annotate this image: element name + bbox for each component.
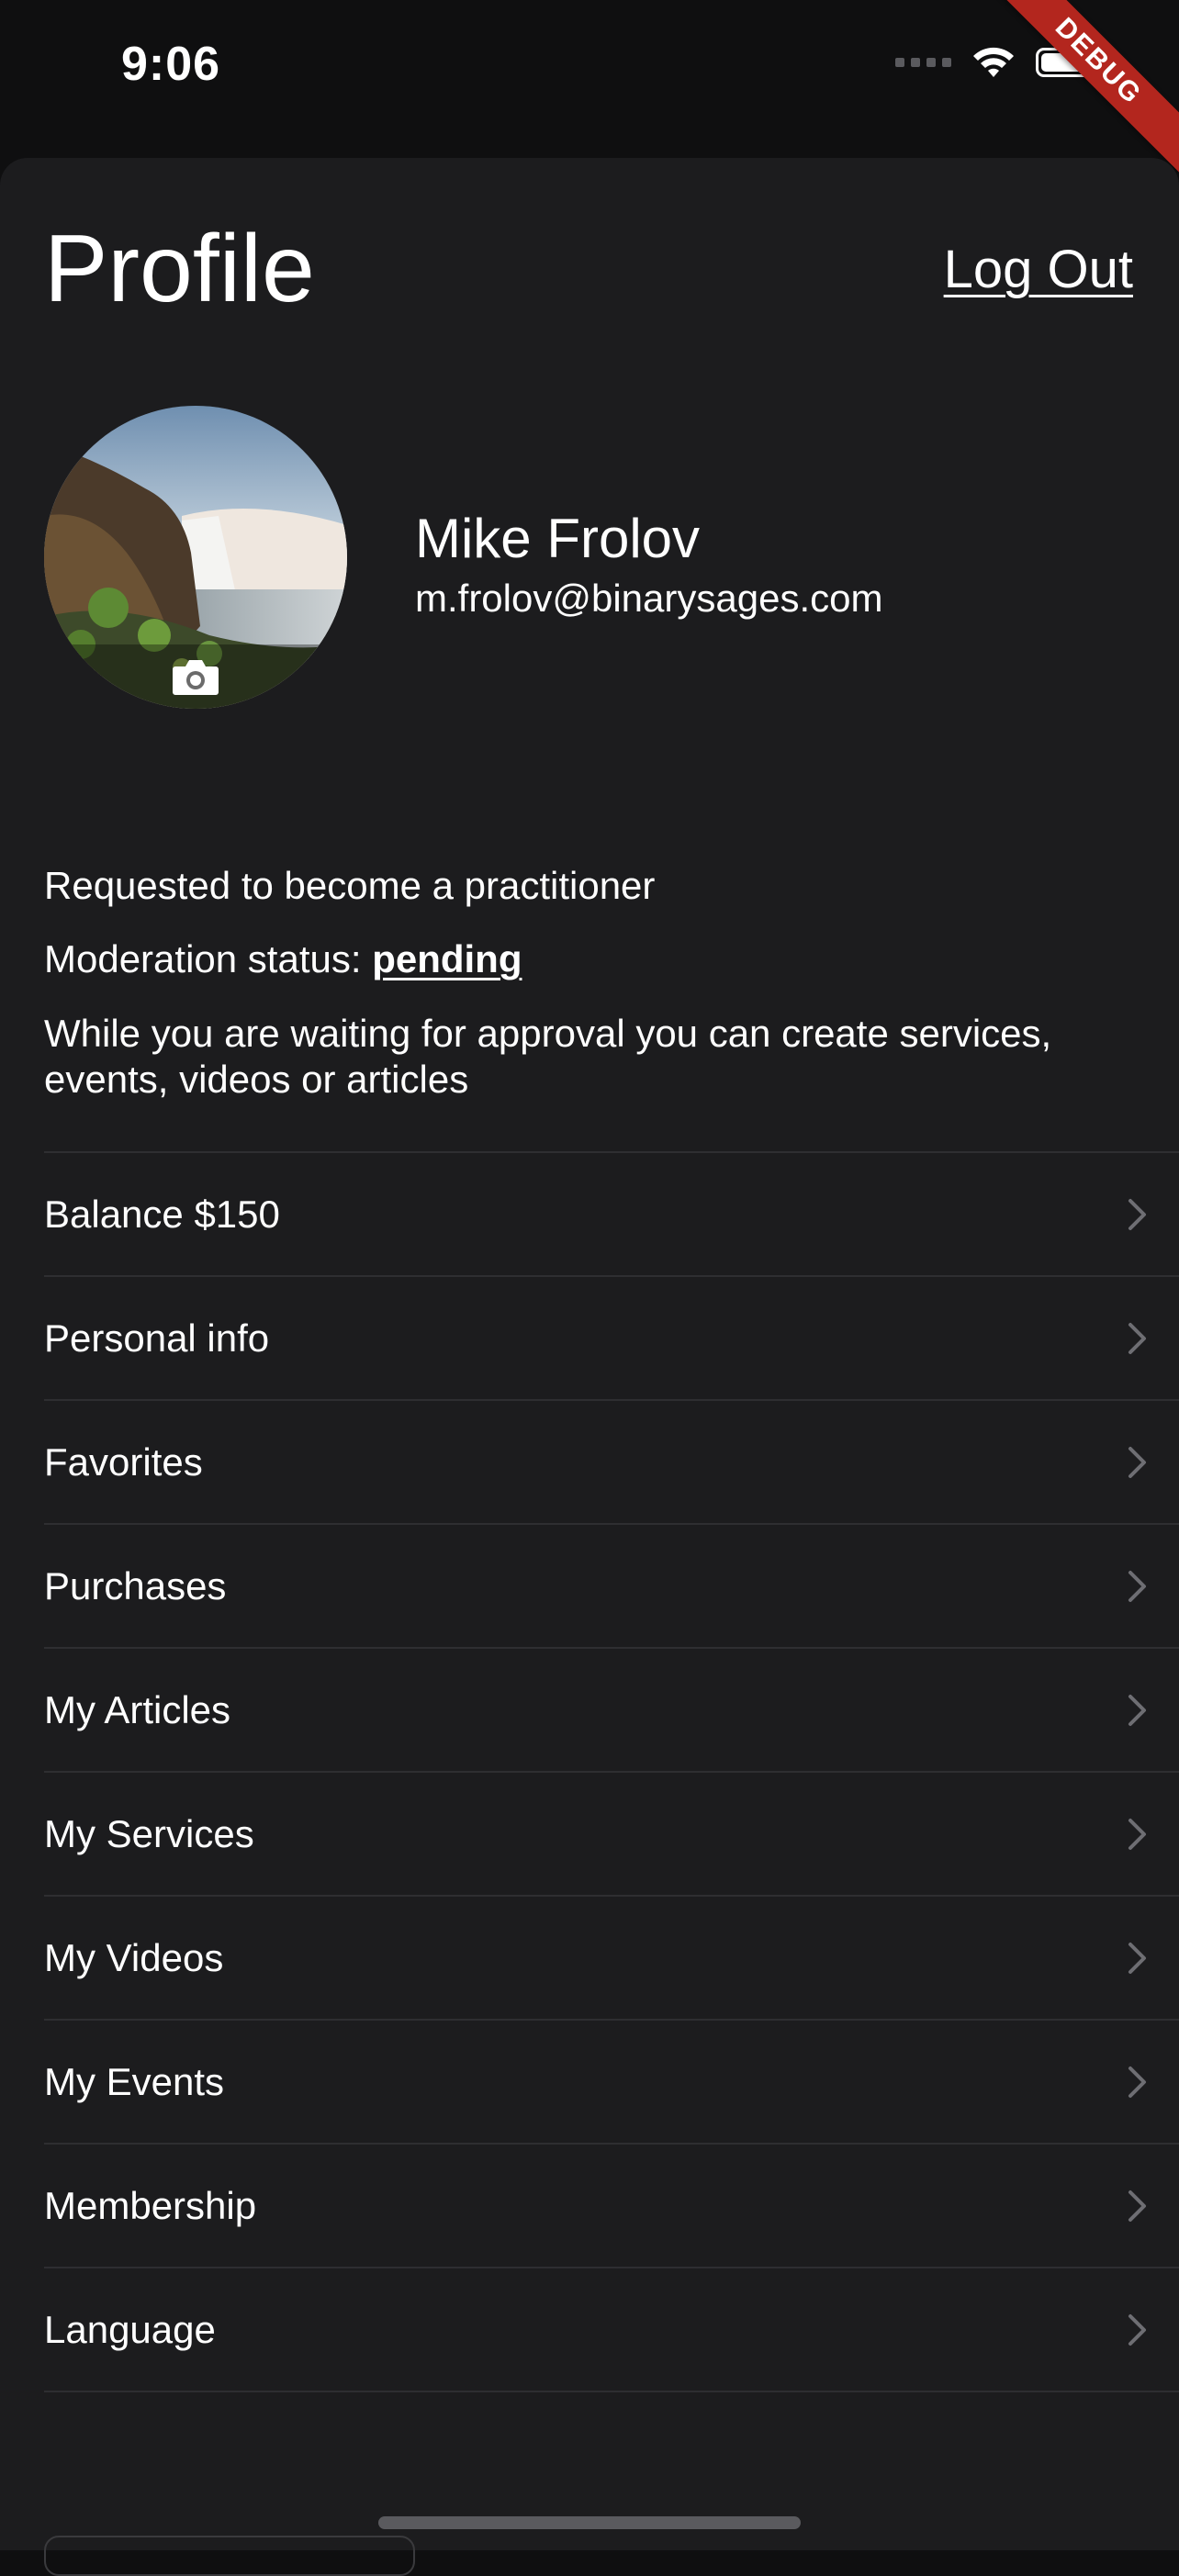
menu-item-label: My Services	[44, 1811, 254, 1855]
chevron-right-icon	[1128, 1818, 1146, 1850]
menu-item-my-articles[interactable]: My Articles	[44, 1649, 1179, 1773]
menu-item-label: My Events	[44, 2059, 225, 2103]
wifi-icon	[973, 47, 1014, 77]
moderation-status-label: Moderation status:	[44, 937, 362, 981]
bottom-element-peek	[44, 2536, 415, 2576]
signal-icon	[895, 58, 951, 67]
menu-item-label: Membership	[44, 2183, 257, 2227]
chevron-right-icon	[1128, 2190, 1146, 2222]
menu-item-membership[interactable]: Membership	[44, 2145, 1179, 2268]
moderation-status-value[interactable]: pending	[372, 937, 522, 980]
profile-summary: Mike Frolov m.frolov@binarysages.com	[44, 406, 1137, 714]
menu-item-favorites[interactable]: Favorites	[44, 1401, 1179, 1525]
profile-sheet: Profile Log Out Mike Frolov m.frolov@bin…	[0, 158, 1179, 2550]
menu-item-label: My Articles	[44, 1687, 231, 1731]
menu-item-purchases[interactable]: Purchases	[44, 1525, 1179, 1649]
chevron-right-icon	[1128, 1198, 1146, 1230]
menu-item-my-videos[interactable]: My Videos	[44, 1897, 1179, 2021]
moderation-status: Moderation status: pending	[44, 936, 1137, 982]
user-info: Mike Frolov m.frolov@binarysages.com	[415, 509, 882, 621]
menu-item-label: My Videos	[44, 1935, 224, 1979]
menu-item-balance[interactable]: Balance $150	[44, 1153, 1179, 1277]
status-time: 9:06	[121, 38, 221, 91]
menu-item-language[interactable]: Language	[44, 2268, 1179, 2392]
menu-item-label: Balance $150	[44, 1192, 280, 1236]
menu-item-label: Personal info	[44, 1316, 270, 1360]
menu-item-label: Purchases	[44, 1563, 227, 1607]
menu-item-label: Favorites	[44, 1439, 203, 1484]
chevron-right-icon	[1128, 1322, 1146, 1354]
chevron-right-icon	[1128, 2313, 1146, 2346]
chevron-right-icon	[1128, 2066, 1146, 2098]
menu-item-label: Language	[44, 2307, 216, 2351]
menu-item-personal-info[interactable]: Personal info	[44, 1277, 1179, 1401]
menu-item-my-services[interactable]: My Services	[44, 1773, 1179, 1897]
avatar-camera-strip[interactable]	[44, 644, 347, 709]
status-bar: 9:06	[0, 0, 1179, 147]
menu-item-my-events[interactable]: My Events	[44, 2021, 1179, 2145]
logout-button[interactable]: Log Out	[944, 239, 1133, 300]
moderation-description: While you are waiting for approval you c…	[44, 1011, 1052, 1101]
moderation-info: Requested to become a practitioner Moder…	[44, 863, 1137, 1103]
user-name: Mike Frolov	[415, 508, 701, 569]
user-email: m.frolov@binarysages.com	[415, 577, 883, 620]
camera-icon	[173, 660, 219, 695]
page-title: Profile	[44, 216, 315, 322]
profile-menu: Balance $150 Personal info Favorites Pur…	[44, 1151, 1179, 2392]
home-indicator[interactable]	[378, 2516, 801, 2529]
chevron-right-icon	[1128, 1942, 1146, 1974]
chevron-right-icon	[1128, 1570, 1146, 1602]
chevron-right-icon	[1128, 1446, 1146, 1478]
chevron-right-icon	[1128, 1694, 1146, 1726]
sheet-header: Profile Log Out	[44, 215, 1133, 325]
practitioner-request-text: Requested to become a practitioner	[44, 864, 656, 907]
avatar[interactable]	[44, 406, 347, 709]
